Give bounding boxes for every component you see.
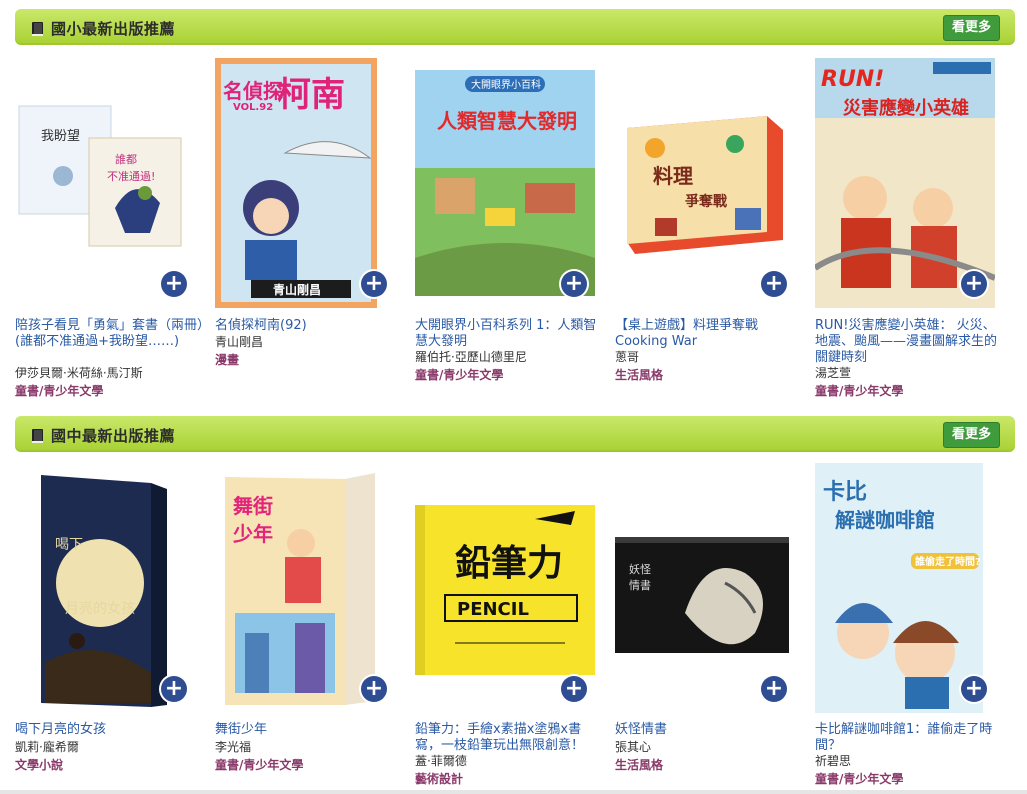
book-author[interactable]: 蓋·菲爾德 xyxy=(415,753,607,769)
book-category-link[interactable]: 童書/青少年文學 xyxy=(15,383,207,399)
book-author[interactable]: 湯芝萱 xyxy=(815,365,1007,381)
add-to-cart-button[interactable]: + xyxy=(561,676,587,702)
section-title-text: 國小最新出版推薦 xyxy=(51,20,176,38)
book-title-link[interactable]: 妖怪情書 xyxy=(615,722,807,738)
book-icon xyxy=(31,428,45,444)
section-header-bar: 國中最新出版推薦 看更多 xyxy=(15,416,1015,452)
book-title-link[interactable]: 卡比解謎咖啡館1：誰偷走了時間？ xyxy=(815,722,1007,754)
svg-text:名偵探: 名偵探 xyxy=(223,79,283,103)
see-more-button[interactable]: 看更多 xyxy=(942,422,1000,448)
svg-text:我盼望: 我盼望 xyxy=(41,128,80,144)
svg-text:月亮的女孩: 月亮的女孩 xyxy=(65,600,135,617)
svg-text:鉛筆力: 鉛筆力 xyxy=(455,543,563,584)
add-to-cart-button[interactable]: + xyxy=(561,271,587,297)
book-title-link[interactable]: 陪孩子看見「勇氣」套書（兩冊）(誰都不准通過+我盼望……) xyxy=(15,318,207,350)
section-title: 國小最新出版推薦 xyxy=(31,18,175,39)
svg-text:妖怪: 妖怪 xyxy=(629,562,651,576)
svg-text:不准通過!: 不准通過! xyxy=(107,170,155,183)
add-to-cart-button[interactable]: + xyxy=(161,271,187,297)
add-to-cart-button[interactable]: + xyxy=(761,676,787,702)
svg-text:PENCIL: PENCIL xyxy=(457,599,529,620)
see-more-button[interactable]: 看更多 xyxy=(942,15,1000,41)
book-icon xyxy=(31,21,45,37)
book-category-link[interactable]: 漫畫 xyxy=(215,352,407,368)
add-to-cart-button[interactable]: + xyxy=(361,271,387,297)
svg-text:情書: 情書 xyxy=(629,578,651,592)
book-category-link[interactable]: 藝術設計 xyxy=(415,771,607,787)
svg-text:卡比: 卡比 xyxy=(823,480,867,505)
svg-text:誰都: 誰都 xyxy=(115,152,137,166)
book-title-link[interactable]: 喝下月亮的女孩 xyxy=(15,722,207,738)
section-title-text: 國中最新出版推薦 xyxy=(51,427,176,445)
svg-text:VOL.92: VOL.92 xyxy=(233,102,273,113)
add-to-cart-button[interactable]: + xyxy=(961,271,987,297)
add-to-cart-button[interactable]: + xyxy=(761,271,787,297)
book-title-link[interactable]: 【桌上遊戲】料理爭奪戰 Cooking War xyxy=(615,318,807,350)
book-category-link[interactable]: 童書/青少年文學 xyxy=(815,383,1007,399)
svg-text:災害應變小英雄: 災害應變小英雄 xyxy=(843,97,969,119)
book-category-link[interactable]: 童書/青少年文學 xyxy=(215,757,407,773)
book-author[interactable]: 凱莉·龐希爾 xyxy=(15,739,207,755)
book-category-link[interactable]: 文學小說 xyxy=(15,757,207,773)
book-category-link[interactable]: 童書/青少年文學 xyxy=(815,771,1007,787)
svg-text:少年: 少年 xyxy=(232,522,273,546)
section-header-bar: 國小最新出版推薦 看更多 xyxy=(15,9,1015,45)
svg-text:人類智慧大發明: 人類智慧大發明 xyxy=(437,109,577,133)
book-author[interactable]: 青山剛昌 xyxy=(215,334,407,350)
book-author[interactable]: 李光福 xyxy=(215,739,407,755)
add-to-cart-button[interactable]: + xyxy=(161,676,187,702)
book-author[interactable]: 張其心 xyxy=(615,739,807,755)
book-author[interactable]: 祈碧思 xyxy=(815,753,1007,769)
svg-text:大開眼界小百科: 大開眼界小百科 xyxy=(471,78,541,91)
book-author[interactable]: 伊莎貝爾·米荷絲·馬汀斯 xyxy=(15,365,207,381)
book-title-link[interactable]: 大開眼界小百科系列 1：人類智慧大發明 xyxy=(415,318,607,350)
book-title-link[interactable]: 名偵探柯南(92) xyxy=(215,318,407,334)
add-to-cart-button[interactable]: + xyxy=(361,676,387,702)
book-title-link[interactable]: 鉛筆力：手繪x素描x塗鴉x書寫，一枝鉛筆玩出無限創意！ xyxy=(415,722,607,754)
book-author[interactable]: 蔥哥 xyxy=(615,349,807,365)
svg-text:柯南: 柯南 xyxy=(277,75,345,115)
svg-text:青山剛昌: 青山剛昌 xyxy=(273,282,321,297)
section-title: 國中最新出版推薦 xyxy=(31,425,175,446)
add-to-cart-button[interactable]: + xyxy=(961,676,987,702)
page-bottom-divider xyxy=(0,790,1027,794)
svg-text:RUN!: RUN! xyxy=(821,67,884,92)
book-author[interactable]: 羅伯托·亞歷山德里尼 xyxy=(415,349,607,365)
svg-text:誰偷走了時間?: 誰偷走了時間? xyxy=(915,555,981,568)
svg-text:解謎咖啡館: 解謎咖啡館 xyxy=(835,508,935,532)
book-category-link[interactable]: 童書/青少年文學 xyxy=(415,367,607,383)
svg-text:爭奪戰: 爭奪戰 xyxy=(685,193,727,210)
book-category-link[interactable]: 生活風格 xyxy=(615,367,807,383)
svg-text:喝下: 喝下 xyxy=(55,537,83,553)
svg-text:舞街: 舞街 xyxy=(233,494,273,518)
svg-text:料理: 料理 xyxy=(653,164,693,188)
book-title-link[interactable]: RUN!災害應變小英雄： 火災、地震、颱風——漫畫圖解求生的關鍵時刻 xyxy=(815,318,1007,366)
book-category-link[interactable]: 生活風格 xyxy=(615,757,807,773)
book-title-link[interactable]: 舞街少年 xyxy=(215,722,407,738)
